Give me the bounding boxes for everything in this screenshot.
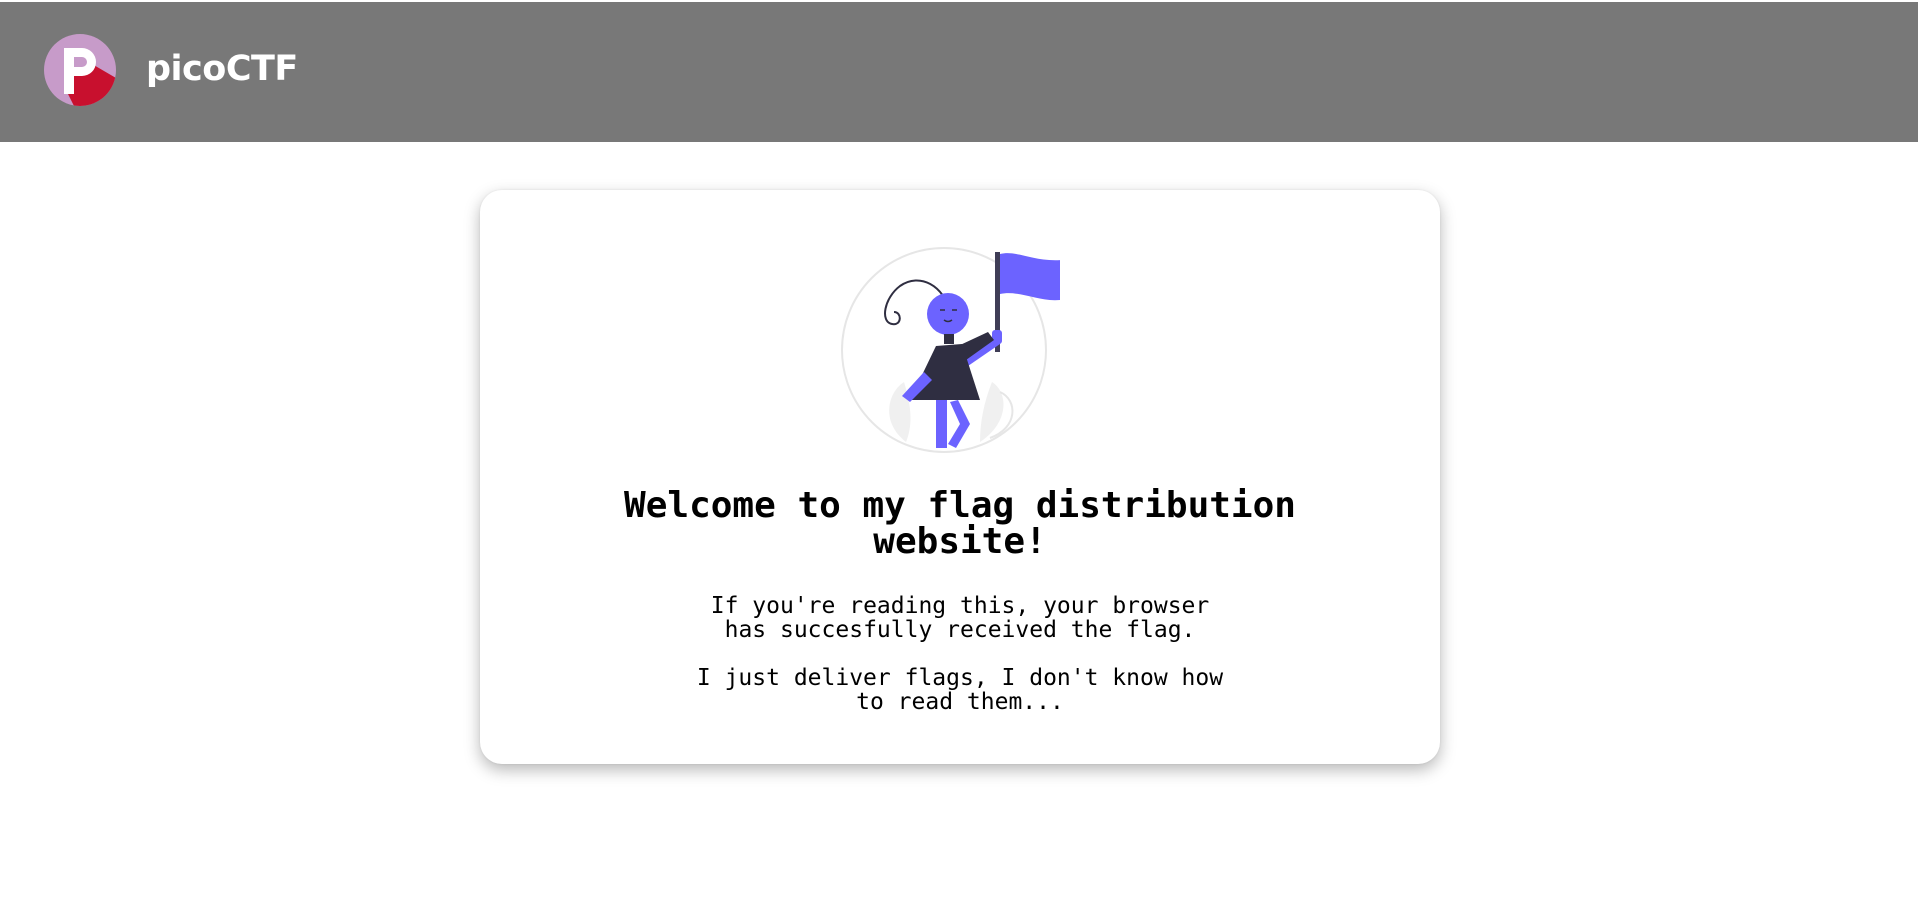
deliver-flags-text: I just deliver flags, I don't know how t… (660, 666, 1260, 714)
deliver-flags-text-line-2: to read them... (856, 689, 1064, 715)
brand-name[interactable]: picoCTF (146, 46, 298, 92)
woman-holding-flag-icon (841, 247, 1060, 453)
received-flag-text-line-2: has succesfully received the flag. (724, 617, 1196, 643)
welcome-heading-line-1: Welcome to my flag distribution (624, 485, 1296, 526)
deliver-flags-text-line-1: I just deliver flags, I don't know how (696, 665, 1224, 691)
picoctf-logo-icon[interactable] (44, 34, 116, 106)
welcome-heading-line-2: website! (873, 521, 1047, 562)
received-flag-text: If you're reading this, your browser has… (660, 594, 1260, 642)
received-flag-text-line-1: If you're reading this, your browser (710, 593, 1210, 619)
top-navbar: picoCTF (0, 2, 1918, 142)
welcome-card: Welcome to my flag distribution website!… (480, 190, 1440, 764)
welcome-heading: Welcome to my flag distribution website! (580, 488, 1340, 560)
